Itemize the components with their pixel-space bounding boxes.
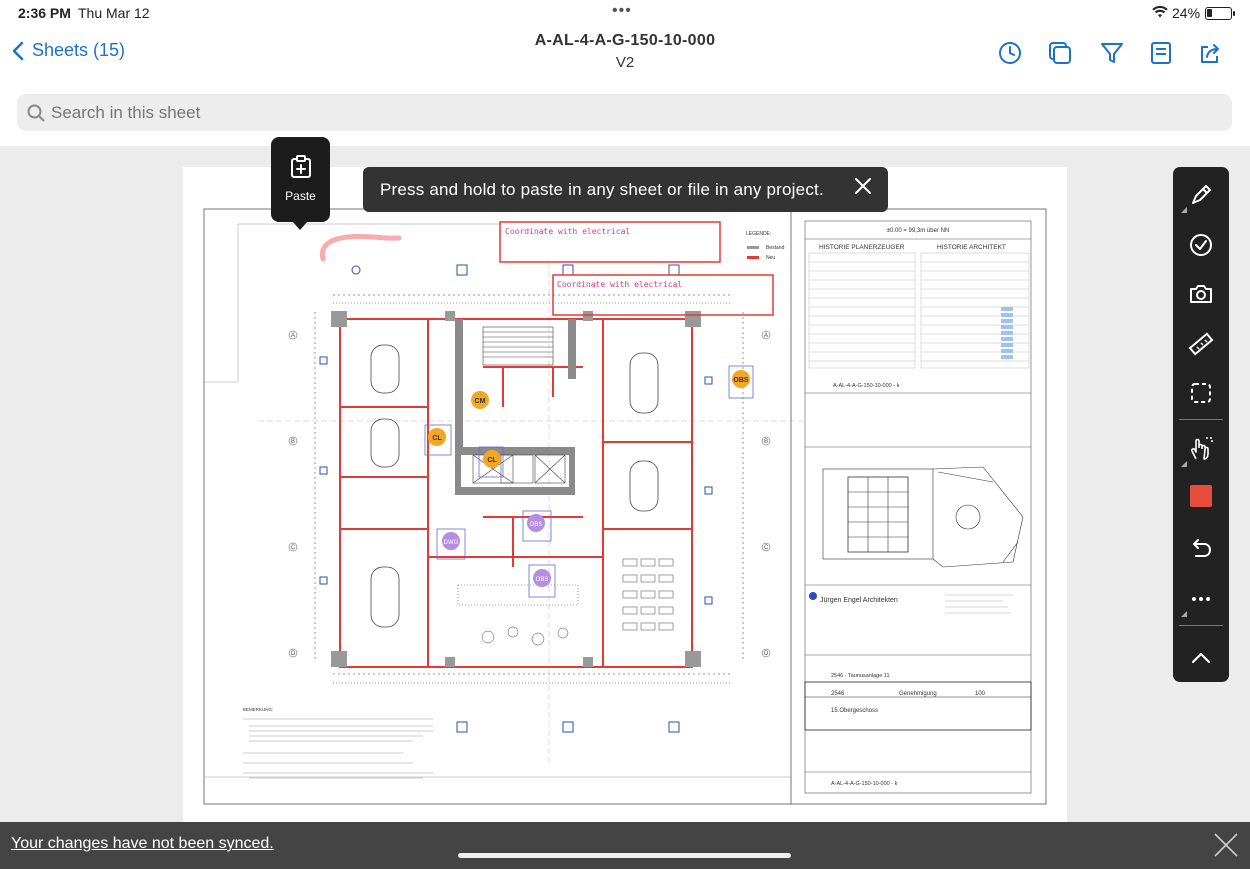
search-input[interactable] bbox=[51, 94, 1151, 131]
home-indicator[interactable] bbox=[458, 853, 791, 858]
svg-text:D: D bbox=[291, 651, 296, 657]
sync-warning-link[interactable]: Your changes have not been synced. bbox=[11, 835, 274, 853]
multitask-dots-icon[interactable]: ••• bbox=[612, 2, 632, 20]
undo-icon[interactable] bbox=[1187, 535, 1215, 563]
svg-text:C: C bbox=[291, 545, 296, 551]
battery-percent: 24% bbox=[1172, 5, 1201, 21]
title-block: ±0.00 = 99,3m über NN HISTORIE PLANERZEU… bbox=[804, 220, 1032, 794]
architect-name: Jürgen Engel Architekten bbox=[820, 597, 898, 604]
search-icon bbox=[27, 104, 45, 122]
layers-icon[interactable] bbox=[1047, 40, 1073, 66]
tool-options-indicator bbox=[1181, 207, 1187, 213]
close-icon[interactable] bbox=[1213, 832, 1239, 858]
status-date: Thu Mar 12 bbox=[78, 5, 150, 21]
save-icon[interactable] bbox=[1148, 40, 1174, 66]
phase-name: Genehmigung bbox=[899, 691, 937, 697]
history-architect: HISTORIE ARCHITEKT bbox=[937, 244, 1006, 251]
tool-options-indicator bbox=[1181, 611, 1187, 617]
history-planer: HISTORIE PLANERZEUGER bbox=[819, 244, 905, 251]
search-bar[interactable] bbox=[17, 94, 1232, 131]
pin-label[interactable]: CL bbox=[432, 435, 442, 442]
paste-popup-button[interactable]: Paste bbox=[271, 137, 330, 230]
scale-value: 100 bbox=[975, 691, 986, 697]
paste-hint-toast: Press and hold to paste in any sheet or … bbox=[363, 167, 888, 212]
collapse-icon[interactable] bbox=[1187, 644, 1215, 672]
svg-text:D: D bbox=[764, 651, 769, 657]
svg-text:A: A bbox=[291, 333, 295, 339]
sheet-id-top: A-AL-4-A-G-150-10-000 - k bbox=[833, 383, 900, 389]
pin-label[interactable]: OBS bbox=[536, 577, 549, 583]
ruler-icon[interactable] bbox=[1187, 330, 1215, 358]
floor-name: 15.Obergeschoss bbox=[831, 708, 878, 714]
wifi-icon bbox=[1152, 5, 1168, 21]
markup-text[interactable]: Coordinate with electrical bbox=[505, 227, 630, 236]
svg-text:A: A bbox=[764, 333, 768, 339]
filter-icon[interactable] bbox=[1099, 40, 1125, 66]
battery-icon bbox=[1205, 7, 1235, 20]
phase-code: 2546 bbox=[831, 691, 845, 697]
notes-title: BEMERKUNG: bbox=[243, 707, 273, 712]
pin-label[interactable]: CL bbox=[487, 457, 497, 464]
legend-title: LEGENDE: bbox=[746, 231, 771, 237]
pen-icon[interactable] bbox=[1187, 181, 1215, 209]
sheet-id-bottom: A-AL-4-A-G-150-10-000 - k bbox=[831, 781, 898, 787]
pin-label[interactable]: OBS bbox=[733, 377, 749, 384]
clipboard-plus-icon bbox=[290, 155, 311, 178]
legend-item: Neu bbox=[766, 255, 775, 261]
toast-message: Press and hold to paste in any sheet or … bbox=[380, 180, 824, 199]
elevation-note: ±0.00 = 99,3m über NN bbox=[887, 228, 950, 234]
checkmark-icon[interactable] bbox=[1187, 231, 1215, 259]
share-icon[interactable] bbox=[1197, 40, 1223, 66]
pin-label[interactable]: CM bbox=[475, 398, 486, 405]
select-area-icon[interactable] bbox=[1187, 379, 1215, 407]
camera-icon[interactable] bbox=[1187, 280, 1215, 308]
svg-text:C: C bbox=[764, 545, 769, 551]
pin-label[interactable]: DWG bbox=[444, 540, 459, 546]
drawing-sheet[interactable]: A B C D A B C D Coordinate with electric… bbox=[183, 167, 1067, 823]
markup-text[interactable]: Coordinate with electrical bbox=[557, 280, 682, 289]
hand-icon[interactable] bbox=[1187, 435, 1215, 463]
pins[interactable]: OBS CM CL CL DWG OBS OBS bbox=[424, 365, 754, 598]
sheet-canvas[interactable]: A B C D A B C D Coordinate with electric… bbox=[0, 146, 1250, 823]
tool-options-indicator bbox=[1181, 461, 1187, 467]
floor-plan-drawing: A B C D A B C D Coordinate with electric… bbox=[203, 208, 1047, 805]
legend-item: Bestand bbox=[766, 245, 785, 251]
svg-text:B: B bbox=[291, 439, 295, 445]
status-bar: 2:36 PM Thu Mar 12 ••• 24% bbox=[0, 0, 1250, 26]
more-icon[interactable] bbox=[1187, 585, 1215, 613]
close-icon[interactable] bbox=[854, 177, 872, 195]
paste-label: Paste bbox=[285, 189, 316, 203]
sync-warning-bar: Your changes have not been synced. bbox=[0, 822, 1250, 869]
history-icon[interactable] bbox=[997, 40, 1023, 66]
freehand-markup[interactable] bbox=[319, 233, 402, 262]
project-name: 2546 - Taunusanlage 11 bbox=[831, 673, 890, 679]
status-time: 2:36 PM bbox=[18, 5, 71, 21]
pin-label[interactable]: OBS bbox=[530, 522, 543, 528]
markup-toolbar bbox=[1173, 167, 1229, 682]
color-swatch[interactable] bbox=[1190, 485, 1212, 507]
svg-text:B: B bbox=[764, 439, 768, 445]
